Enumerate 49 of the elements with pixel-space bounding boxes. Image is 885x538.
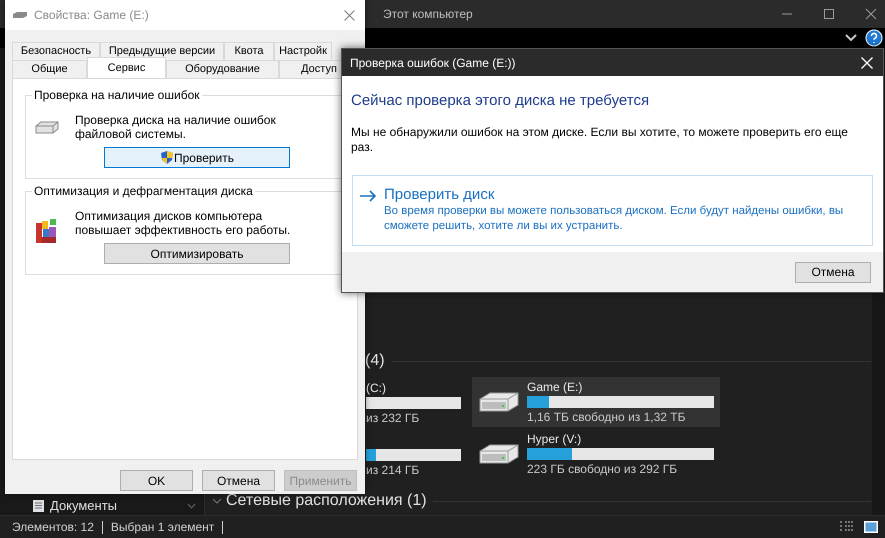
command-description: Во время проверки вы можете пользоваться диском. Если будут найдены ошибки, вы сможете решить, хотите ли вы их устранить. xyxy=(384,204,844,234)
drive-icon xyxy=(12,11,28,19)
group-title: Проверка на наличие ошибок xyxy=(32,88,202,102)
free-space-label: 1,16 ТБ свободно из 1,32 ТБ xyxy=(527,409,686,425)
drive-name: Hyper (V:) xyxy=(527,431,582,447)
drive-tile[interactable]: Hyper (V:) 223 ГБ свободно из 292 ГБ xyxy=(472,429,720,479)
section-header[interactable]: (4) xyxy=(365,349,385,373)
status-text: Выбран 1 элемент xyxy=(110,520,224,534)
drive-tile[interactable]: Game (E:) 1,16 ТБ свободно из 1,32 ТБ xyxy=(472,377,720,427)
document-icon xyxy=(32,499,45,513)
free-space-label: из 214 ГБ xyxy=(366,462,420,478)
cancel-button[interactable]: Отмена xyxy=(795,262,871,282)
drive-tile[interactable]: (C:) из 232 ГБ xyxy=(365,377,472,427)
drive-name: (C:) xyxy=(366,380,387,396)
free-space-label: 223 ГБ свободно из 292 ГБ xyxy=(527,461,678,477)
status-text: Элементов: 12 xyxy=(12,520,103,534)
tab[interactable]: Настройк xyxy=(274,42,332,60)
drive-icon xyxy=(35,121,59,134)
tab[interactable]: Безопасность xyxy=(12,42,100,60)
group-title: Оптимизация и дефрагментация диска xyxy=(32,184,255,198)
window-title: Этот компьютер xyxy=(383,6,473,23)
shield-icon xyxy=(160,150,174,165)
drive-tile[interactable]: из 214 ГБ xyxy=(365,429,472,479)
tiles-view-icon[interactable] xyxy=(863,520,879,534)
tab[interactable]: Предыдущие версии xyxy=(100,42,224,60)
command-title: Проверить диск xyxy=(384,186,496,204)
optimize-button[interactable]: Оптимизировать xyxy=(104,243,290,264)
message-text: Мы не обнаружили ошибок на этом диске. Если вы хотите, то можете проверить его еще раз. xyxy=(351,125,849,155)
help-icon[interactable] xyxy=(865,29,883,47)
description-text: Проверка диска на наличие ошибок файловой системы. xyxy=(75,113,277,141)
maximize-icon[interactable] xyxy=(823,8,835,20)
drive-name: Game (E:) xyxy=(527,379,584,395)
nav-item[interactable]: Документы xyxy=(50,496,118,516)
tab[interactable]: Квота xyxy=(224,42,274,60)
dialog-button[interactable]: OK xyxy=(120,470,193,491)
check-button[interactable]: Проверить xyxy=(104,147,290,168)
free-space-label: из 232 ГБ xyxy=(366,410,420,426)
defragment-icon xyxy=(35,217,59,245)
window-title: Свойства: Game (E:) xyxy=(34,7,149,24)
drive-icon xyxy=(478,391,520,413)
arrow-right-icon xyxy=(359,190,377,202)
description-text: Оптимизация дисков компьютера повышает эффективность его работы. xyxy=(75,209,292,237)
tab[interactable]: Сервис xyxy=(87,57,166,78)
drive-icon xyxy=(478,443,520,465)
dialog-button[interactable]: Отмена xyxy=(202,470,275,491)
command-link[interactable]: Проверить диск Во время проверки вы можете пользоваться диском. Если будут найдены ошибки, вы сможете решить, хотите ли вы их устранить. xyxy=(352,175,873,246)
tab[interactable]: Общие xyxy=(12,60,87,78)
dialog-heading: Сейчас проверка этого диска не требуется xyxy=(351,92,650,110)
tab[interactable]: Оборудование xyxy=(166,60,279,78)
